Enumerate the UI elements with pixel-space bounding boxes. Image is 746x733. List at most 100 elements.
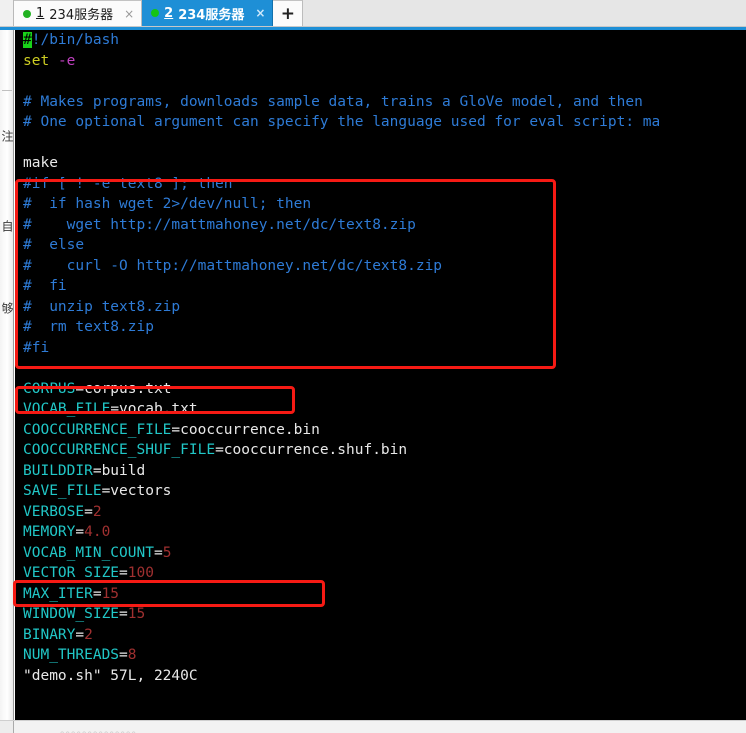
terminal-text: =: [84, 503, 93, 520]
terminal-text: 5: [162, 544, 172, 561]
terminal-line: COOCCURRENCE_SHUF_FILE=cooccurrence.shuf…: [15, 440, 746, 461]
terminal-line: MAX_ITER=15: [15, 584, 746, 605]
terminal-line: make: [15, 153, 746, 174]
terminal-text: # if hash wget 2>/dev/null; then: [23, 196, 312, 212]
terminal-line: # if hash wget 2>/dev/null; then: [15, 194, 746, 215]
tab-bar: 1 234服务器 × 2 234服务器 × +: [0, 0, 746, 27]
terminal-text: CORPUS: [23, 380, 76, 397]
terminal-line: # else: [15, 235, 746, 256]
terminal-text: # else: [23, 237, 85, 253]
app-window: 1 234服务器 × 2 234服务器 × + 注 自 够 #!/bin/bas…: [0, 0, 746, 733]
terminal-text: # wget http://mattmahoney.net/dc/text8.z…: [23, 216, 416, 233]
bottom-status-strip: 。。。。。。。。。。。。。。: [0, 720, 746, 733]
terminal-text: #if [ ! -e text8 ]; then: [23, 175, 233, 192]
terminal-text: COOCCURRENCE_SHUF_FILE: [23, 442, 216, 458]
terminal-text: =vectors: [101, 483, 172, 499]
terminal-text: SAVE_FILE: [23, 483, 102, 499]
terminal-text: =build: [92, 462, 146, 479]
terminal-text: 2: [84, 626, 93, 643]
terminal-line: # One optional argument can specify the …: [15, 112, 746, 133]
terminal-text: VOCAB_FILE: [23, 401, 111, 417]
status-text: 。。。。。。。。。。。。。。: [60, 724, 143, 733]
terminal-text: BUILDDIR: [23, 462, 93, 479]
terminal-line: # rm text8.zip: [15, 317, 746, 338]
tab-bar-empty-area: [303, 0, 746, 26]
terminal-text: =vocab.txt: [110, 401, 198, 417]
bottom-left-gutter: [0, 721, 14, 733]
terminal-text: -e: [57, 52, 76, 69]
terminal-text: # Makes programs, downloads sample data,…: [23, 93, 643, 110]
terminal-line: # wget http://mattmahoney.net/dc/text8.z…: [15, 215, 746, 236]
terminal-line: BINARY=2: [15, 625, 746, 646]
tab-session-2[interactable]: 2 234服务器 ×: [142, 0, 274, 26]
terminal-line: MEMORY=4.0: [15, 522, 746, 543]
terminal-text: BINARY: [23, 626, 76, 643]
terminal-text: !/bin/bash: [31, 32, 120, 48]
terminal-text: =: [75, 626, 85, 643]
terminal-line: #fi: [15, 338, 746, 359]
terminal-line: #if [ ! -e text8 ]; then: [15, 174, 746, 195]
terminal-text: COOCCURRENCE_FILE: [23, 421, 172, 438]
tab-bar-left-gutter: [0, 0, 14, 26]
green-status-dot: [23, 9, 31, 18]
sidebar-divider: [2, 90, 12, 91]
terminal-cursor: #: [23, 32, 32, 48]
new-tab-button[interactable]: +: [273, 0, 304, 26]
terminal-line: set -e: [15, 51, 746, 72]
terminal-line: # unzip text8.zip: [15, 297, 746, 318]
terminal-text: =cooccurrence.bin: [171, 421, 320, 438]
terminal-text: # fi: [23, 278, 67, 294]
terminal-text: 2: [92, 503, 102, 520]
tab-session-1[interactable]: 1 234服务器 ×: [14, 0, 143, 26]
sidebar-clipped-label-2: 自: [0, 220, 14, 232]
terminal-text: # unzip text8.zip: [23, 298, 181, 315]
terminal-line: # fi: [15, 276, 746, 297]
terminal-text: VOCAB_MIN_COUNT: [23, 544, 154, 561]
terminal-line: BUILDDIR=build: [15, 461, 746, 482]
tab-number: 2: [164, 5, 174, 21]
terminal-text: # rm text8.zip: [23, 319, 154, 335]
terminal-text: 15: [101, 585, 120, 602]
close-icon[interactable]: ×: [255, 7, 265, 19]
terminal-line: CORPUS=corpus.txt: [15, 379, 746, 400]
terminal-text: make: [23, 155, 58, 171]
terminal-text: =: [75, 524, 85, 540]
terminal-line: # curl -O http://mattmahoney.net/dc/text…: [15, 256, 746, 277]
terminal-line: #!/bin/bash: [15, 30, 746, 51]
terminal-output[interactable]: #!/bin/bash set -e # Makes programs, downl…: [15, 30, 746, 720]
terminal-line: VOCAB_FILE=vocab.txt: [15, 399, 746, 420]
terminal-bottom-padding: [15, 705, 746, 720]
terminal-line: WINDOW_SIZE=15: [15, 604, 746, 625]
terminal-text: 15: [127, 606, 146, 622]
terminal-line: "demo.sh" 57L, 2240C: [15, 666, 746, 687]
terminal-line: COOCCURRENCE_FILE=cooccurrence.bin: [15, 420, 746, 441]
close-icon[interactable]: ×: [124, 8, 134, 20]
terminal-text: 100: [127, 565, 154, 581]
terminal-text: MEMORY: [23, 524, 76, 540]
terminal-text: VERBOSE: [23, 503, 85, 520]
terminal-text: # One optional argument can specify the …: [23, 114, 661, 130]
terminal-text: set: [23, 52, 50, 69]
terminal-text: =cooccurrence.shuf.bin: [215, 442, 408, 458]
tab-label: 234服务器: [49, 8, 114, 23]
left-sidebar-strip[interactable]: 注 自 够: [0, 30, 14, 733]
terminal-text: =: [92, 585, 102, 602]
terminal-text: =: [119, 606, 128, 622]
terminal-text: VECTOR_SIZE: [23, 565, 120, 581]
sidebar-clipped-label-3: 够: [0, 302, 14, 314]
terminal-line: SAVE_FILE=vectors: [15, 481, 746, 502]
terminal-text: =: [119, 565, 128, 581]
terminal-line: # Makes programs, downloads sample data,…: [15, 92, 746, 113]
terminal-text: #fi: [23, 339, 50, 356]
green-status-dot: [151, 9, 160, 17]
terminal-text: MAX_ITER: [23, 585, 93, 602]
tab-label: 234服务器: [178, 7, 245, 23]
terminal-text: =: [119, 647, 128, 663]
terminal-text: =: [153, 544, 163, 561]
sidebar-clipped-label-1: 注: [0, 130, 14, 142]
terminal-text: "demo.sh" 57L, 2240C: [23, 667, 198, 684]
